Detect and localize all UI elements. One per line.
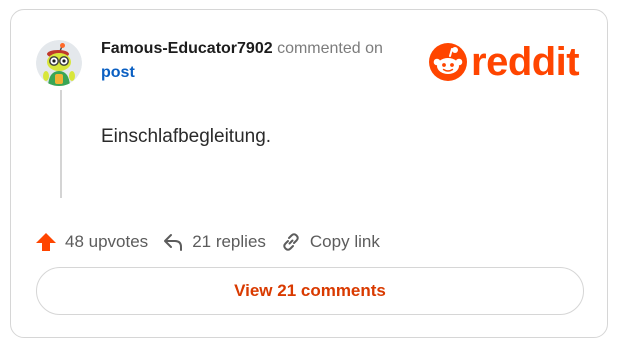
avatar[interactable] <box>36 40 82 86</box>
comment-header: Famous-Educator7902 commented on post <box>101 37 421 85</box>
copy-link-label: Copy link <box>309 232 380 251</box>
upvote-button[interactable]: 48 upvotes <box>35 231 148 253</box>
thread-line <box>60 90 62 198</box>
comment-author[interactable]: Famous-Educator7902 <box>101 40 273 57</box>
reddit-logo[interactable]: reddit <box>429 40 580 84</box>
replies-count: 21 replies <box>192 232 266 251</box>
reddit-snoo-icon <box>429 43 467 81</box>
reply-arrow-icon <box>164 234 183 251</box>
upvote-arrow-icon <box>36 233 56 251</box>
commented-on-label: commented on <box>277 40 383 57</box>
copy-link-button[interactable]: Copy link <box>280 231 380 253</box>
replies-button[interactable]: 21 replies <box>162 232 266 252</box>
comment-body: Einschlafbegleitung. <box>101 126 272 147</box>
chain-link-icon <box>283 233 299 251</box>
comment-embed-card: Famous-Educator7902 commented on post re… <box>10 9 608 338</box>
reddit-wordmark: reddit <box>471 40 580 84</box>
action-bar: 48 upvotes 21 replies Copy link <box>35 230 394 254</box>
view-comments-button[interactable]: View 21 comments <box>36 267 584 315</box>
upvote-count: 48 upvotes <box>65 232 149 251</box>
post-link[interactable]: post <box>101 64 135 81</box>
avatar-snoo-icon <box>36 40 82 86</box>
